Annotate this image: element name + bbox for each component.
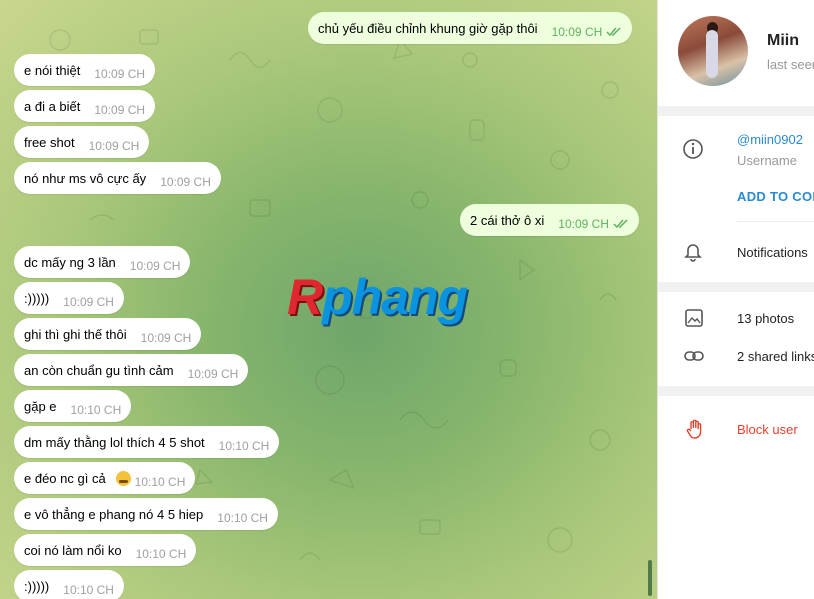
add-to-contacts-button[interactable]: ADD TO CONTACTS [737, 189, 814, 204]
double-check-icon [606, 27, 621, 37]
chat-scrollbar[interactable] [648, 560, 652, 596]
double-check-icon [613, 219, 628, 229]
message-time: 10:10 CH [70, 403, 122, 417]
profile-name: Miin [767, 32, 799, 49]
message-text: nó như ms vô cực ấy [24, 170, 147, 186]
message-bubble-outgoing[interactable]: 2 cái thở ô xi 10:09 CH [460, 204, 639, 236]
message-text: e đéo nc gì cả [24, 470, 106, 486]
message-time: 10:10 CH [218, 439, 270, 453]
profile-avatar[interactable] [678, 16, 748, 86]
message-time: 10:10 CH [134, 475, 186, 489]
message-time: 10:09 CH [551, 25, 603, 39]
message-time: 10:09 CH [88, 139, 140, 153]
message-text: coi nó làm nổi ko [24, 542, 122, 558]
avatar-figure-body [706, 30, 718, 78]
message-text: :))))) [24, 290, 50, 306]
watermark-logo: Rphang [287, 269, 468, 325]
crying-face-emoji-icon [115, 470, 131, 486]
message-time: 10:10 CH [135, 547, 187, 561]
message-bubble-incoming[interactable]: gặp e 10:10 CH [14, 390, 132, 422]
photo-icon [685, 309, 703, 327]
info-icon [683, 139, 703, 159]
message-time: 10:09 CH [94, 67, 146, 81]
section-separator [658, 386, 814, 396]
block-hand-icon [686, 419, 702, 439]
section-separator [658, 106, 814, 116]
message-bubble-incoming[interactable]: dc mấy ng 3 lần 10:09 CH [14, 246, 191, 278]
bell-icon [684, 244, 702, 262]
message-bubble-incoming[interactable]: coi nó làm nổi ko 10:10 CH [14, 534, 197, 566]
message-time: 10:09 CH [129, 259, 181, 273]
profile-status: last seen [767, 57, 814, 72]
shared-photos-item[interactable]: 13 photos [737, 311, 794, 326]
message-bubble-incoming[interactable]: :))))) 10:10 CH [14, 570, 124, 599]
profile-panel: Miin last seen @miin0902 Username ADD TO… [658, 0, 814, 599]
message-bubble-outgoing[interactable]: chủ yếu điều chỉnh khung giờ gặp thôi 10… [308, 12, 633, 44]
message-text: free shot [24, 134, 75, 150]
message-time: 10:10 CH [63, 583, 114, 597]
message-text: dc mấy ng 3 lần [24, 254, 116, 270]
message-text: dm mấy thằng lol thích 4 5 shot [24, 434, 205, 450]
row-divider [737, 221, 814, 222]
message-bubble-incoming[interactable]: dm mấy thằng lol thích 4 5 shot 10:10 CH [14, 426, 280, 458]
message-text: 2 cái thở ô xi [470, 212, 545, 228]
message-time: 10:09 CH [94, 103, 146, 117]
message-time: 10:09 CH [558, 217, 609, 231]
message-text: gặp e [24, 398, 57, 414]
message-text: :))))) [24, 578, 50, 594]
message-text: ghi thì ghi thế thôi [24, 326, 127, 342]
message-time: 10:09 CH [160, 175, 211, 189]
message-text: e nói thiệt [24, 62, 81, 78]
message-text: chủ yếu điều chỉnh khung giờ gặp thôi [318, 20, 538, 36]
message-bubble-incoming[interactable]: nó như ms vô cực ấy 10:09 CH [14, 162, 221, 194]
username-label: Username [737, 153, 797, 168]
section-separator [658, 282, 814, 292]
message-bubble-incoming[interactable]: e nói thiệt 10:09 CH [14, 54, 156, 86]
message-bubble-incoming[interactable]: ghi thì ghi thế thôi 10:09 CH [14, 318, 202, 350]
message-time: 10:10 CH [217, 511, 268, 525]
notifications-toggle[interactable]: Notifications [737, 245, 808, 260]
message-bubble-incoming[interactable]: free shot 10:09 CH [14, 126, 150, 158]
chat-area: chủ yếu điều chỉnh khung giờ gặp thôi 10… [0, 0, 657, 599]
link-icon [684, 351, 704, 361]
message-time: 10:09 CH [140, 331, 192, 345]
message-bubble-incoming[interactable]: an còn chuẩn gu tình cảm 10:09 CH [14, 354, 249, 386]
shared-links-item[interactable]: 2 shared links [737, 349, 814, 364]
message-time: 10:09 CH [187, 367, 239, 381]
message-text: e vô thẳng e phang nó 4 5 hiep [24, 506, 204, 522]
message-bubble-incoming[interactable]: a đi a biết 10:09 CH [14, 90, 156, 122]
message-bubble-incoming[interactable]: :))))) 10:09 CH [14, 282, 124, 314]
message-bubble-incoming[interactable]: e vô thẳng e phang nó 4 5 hiep 10:10 CH [14, 498, 278, 530]
message-bubble-incoming[interactable]: e đéo nc gì cả 10:10 CH [14, 462, 196, 494]
message-text: a đi a biết [24, 98, 81, 114]
username-link[interactable]: @miin0902 [737, 132, 803, 147]
block-user-button[interactable]: Block user [737, 422, 798, 437]
message-time: 10:09 CH [63, 295, 114, 309]
message-text: an còn chuẩn gu tình cảm [24, 362, 174, 378]
